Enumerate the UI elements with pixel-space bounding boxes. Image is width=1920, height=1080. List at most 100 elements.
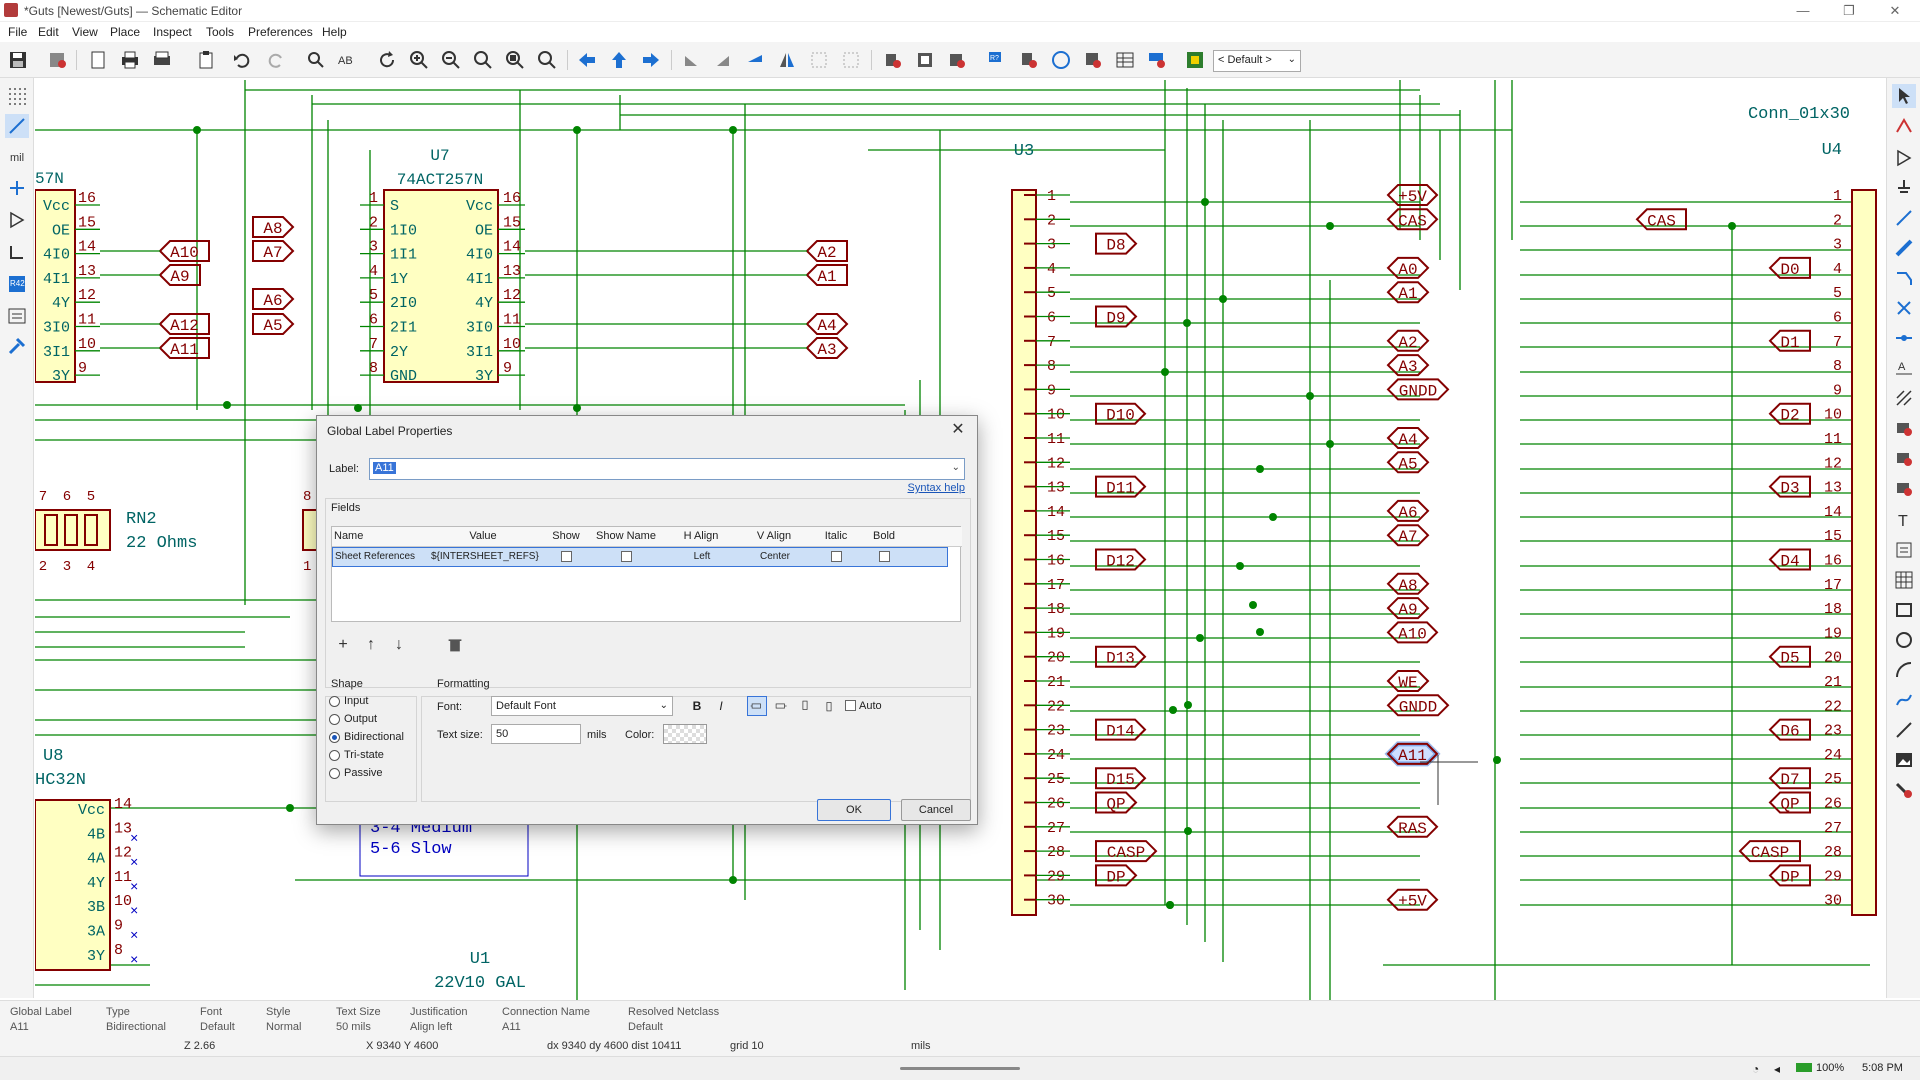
color-swatch[interactable] (663, 724, 707, 744)
add-hier-label-icon[interactable] (1892, 446, 1916, 470)
show-checkbox[interactable] (561, 551, 572, 562)
units-mil-toggle[interactable]: mil (5, 146, 29, 170)
ok-button[interactable]: OK (817, 799, 891, 821)
properties-manager-icon[interactable] (5, 334, 29, 358)
mirror-horizontal-icon[interactable] (775, 49, 799, 71)
table-row[interactable]: Sheet References ${INTERSHEET_REFS} Left… (332, 547, 948, 567)
redo-icon[interactable] (264, 49, 288, 71)
zoom-fit-icon[interactable] (471, 49, 495, 71)
bold-checkbox[interactable] (879, 551, 890, 562)
select-tool-icon[interactable] (1892, 84, 1916, 108)
add-image-icon[interactable] (1892, 748, 1916, 772)
simulator-icon[interactable] (1049, 49, 1073, 71)
add-power-icon[interactable] (1892, 176, 1916, 200)
col-value[interactable]: Value (428, 530, 538, 542)
annotate-icon[interactable] (945, 49, 969, 71)
show-name-checkbox[interactable] (621, 551, 632, 562)
shape-bidirectional-radio[interactable] (329, 732, 340, 743)
bom-icon[interactable] (1113, 49, 1137, 71)
assign-footprints-icon[interactable] (1081, 49, 1105, 71)
add-text-icon[interactable]: T (1892, 508, 1916, 532)
add-bezier-icon[interactable] (1892, 688, 1916, 712)
check-icon[interactable] (1017, 49, 1041, 71)
grid-overrides-icon[interactable] (5, 114, 29, 138)
col-v-align[interactable]: V Align (738, 530, 810, 542)
syntax-help-link[interactable]: Syntax help (908, 482, 965, 494)
menu-edit[interactable]: Edit (38, 25, 59, 39)
italic-checkbox[interactable] (831, 551, 842, 562)
cursor-icon[interactable] (5, 176, 29, 200)
delete-field-icon[interactable] (443, 634, 467, 656)
dialog-close-icon[interactable]: ✕ (947, 419, 969, 441)
symbol-browser-icon[interactable] (913, 49, 937, 71)
auto-checkbox[interactable] (845, 700, 856, 711)
menu-inspect[interactable]: Inspect (153, 25, 192, 39)
hidden-pins-icon[interactable] (5, 208, 29, 232)
junction-icon[interactable] (1892, 326, 1916, 350)
highlight-net-icon[interactable] (1892, 114, 1916, 138)
menu-preferences[interactable]: Preferences (248, 25, 313, 39)
col-bold[interactable]: Bold (860, 530, 908, 542)
label-value[interactable]: A11 (373, 462, 396, 474)
add-rectangle-icon[interactable] (1892, 598, 1916, 622)
delete-tool-icon[interactable] (1892, 778, 1916, 802)
menu-view[interactable]: View (72, 25, 98, 39)
add-symbol-icon[interactable] (1892, 146, 1916, 170)
shape-bidirectional-label[interactable]: Bidirectional (344, 731, 404, 743)
paste-icon[interactable] (194, 49, 218, 71)
fields-grid[interactable]: Name Value Show Show Name H Align V Alig… (331, 526, 962, 622)
group-icon[interactable] (807, 49, 831, 71)
shape-tristate-label[interactable]: Tri-state (344, 749, 384, 761)
font-select[interactable]: Default Font ⌄ (491, 696, 673, 716)
zoom-in-icon[interactable] (407, 49, 431, 71)
rotate-cw-icon[interactable] (711, 49, 735, 71)
shape-input-label[interactable]: Input (344, 695, 368, 707)
maximize-button[interactable]: ❐ (1826, 0, 1872, 22)
shape-passive-label[interactable]: Passive (344, 767, 383, 779)
clock[interactable]: 5:08 PM (1862, 1062, 1903, 1074)
close-button[interactable]: ✕ (1872, 0, 1918, 22)
zoom-out-icon[interactable] (439, 49, 463, 71)
navigate-forward-icon[interactable] (639, 49, 663, 71)
chevron-down-icon[interactable]: ⌄ (952, 462, 960, 473)
minimize-button[interactable]: — (1780, 0, 1826, 22)
print-icon[interactable] (118, 49, 142, 71)
mirror-vertical-icon[interactable] (743, 49, 767, 71)
find-icon[interactable] (304, 49, 328, 71)
add-line-icon[interactable] (1892, 718, 1916, 742)
bold-button[interactable]: B (687, 696, 707, 716)
field-h-align[interactable]: Left (667, 551, 737, 562)
menu-file[interactable]: File (8, 25, 27, 39)
line-mode-icon[interactable] (5, 240, 29, 264)
shape-passive-radio[interactable] (329, 768, 340, 779)
spin-style-right-icon[interactable] (771, 696, 791, 716)
menu-place[interactable]: Place (110, 25, 140, 39)
add-global-label-icon[interactable] (1892, 416, 1916, 440)
menu-help[interactable]: Help (322, 25, 347, 39)
col-show-name[interactable]: Show Name (590, 530, 662, 542)
hierarchy-navigator-icon[interactable] (5, 304, 29, 328)
add-textbox-icon[interactable] (1892, 538, 1916, 562)
label-input[interactable]: A11 ⌄ (369, 458, 965, 480)
add-field-icon[interactable]: + (331, 634, 355, 656)
field-name[interactable]: Sheet References (335, 551, 415, 562)
erc-icon[interactable]: R? (985, 49, 1009, 71)
refresh-icon[interactable] (375, 49, 399, 71)
navigate-back-icon[interactable] (575, 49, 599, 71)
cancel-button[interactable]: Cancel (901, 799, 971, 821)
rotate-ccw-icon[interactable] (679, 49, 703, 71)
add-table-icon[interactable] (1892, 568, 1916, 592)
add-label-icon[interactable]: A (1892, 356, 1916, 380)
navigate-up-icon[interactable] (607, 49, 631, 71)
text-size-input[interactable]: 50 (491, 724, 581, 744)
add-netclass-icon[interactable] (1892, 386, 1916, 410)
spin-style-up-icon[interactable] (795, 696, 815, 716)
spin-style-down-icon[interactable] (819, 696, 839, 716)
shape-output-radio[interactable] (329, 714, 340, 725)
field-v-align[interactable]: Center (739, 551, 811, 562)
add-sheet-pin-icon[interactable] (1892, 476, 1916, 500)
col-h-align[interactable]: H Align (666, 530, 736, 542)
auto-label[interactable]: Auto (859, 700, 882, 712)
col-italic[interactable]: Italic (812, 530, 860, 542)
bom-generate-icon[interactable] (1145, 49, 1169, 71)
